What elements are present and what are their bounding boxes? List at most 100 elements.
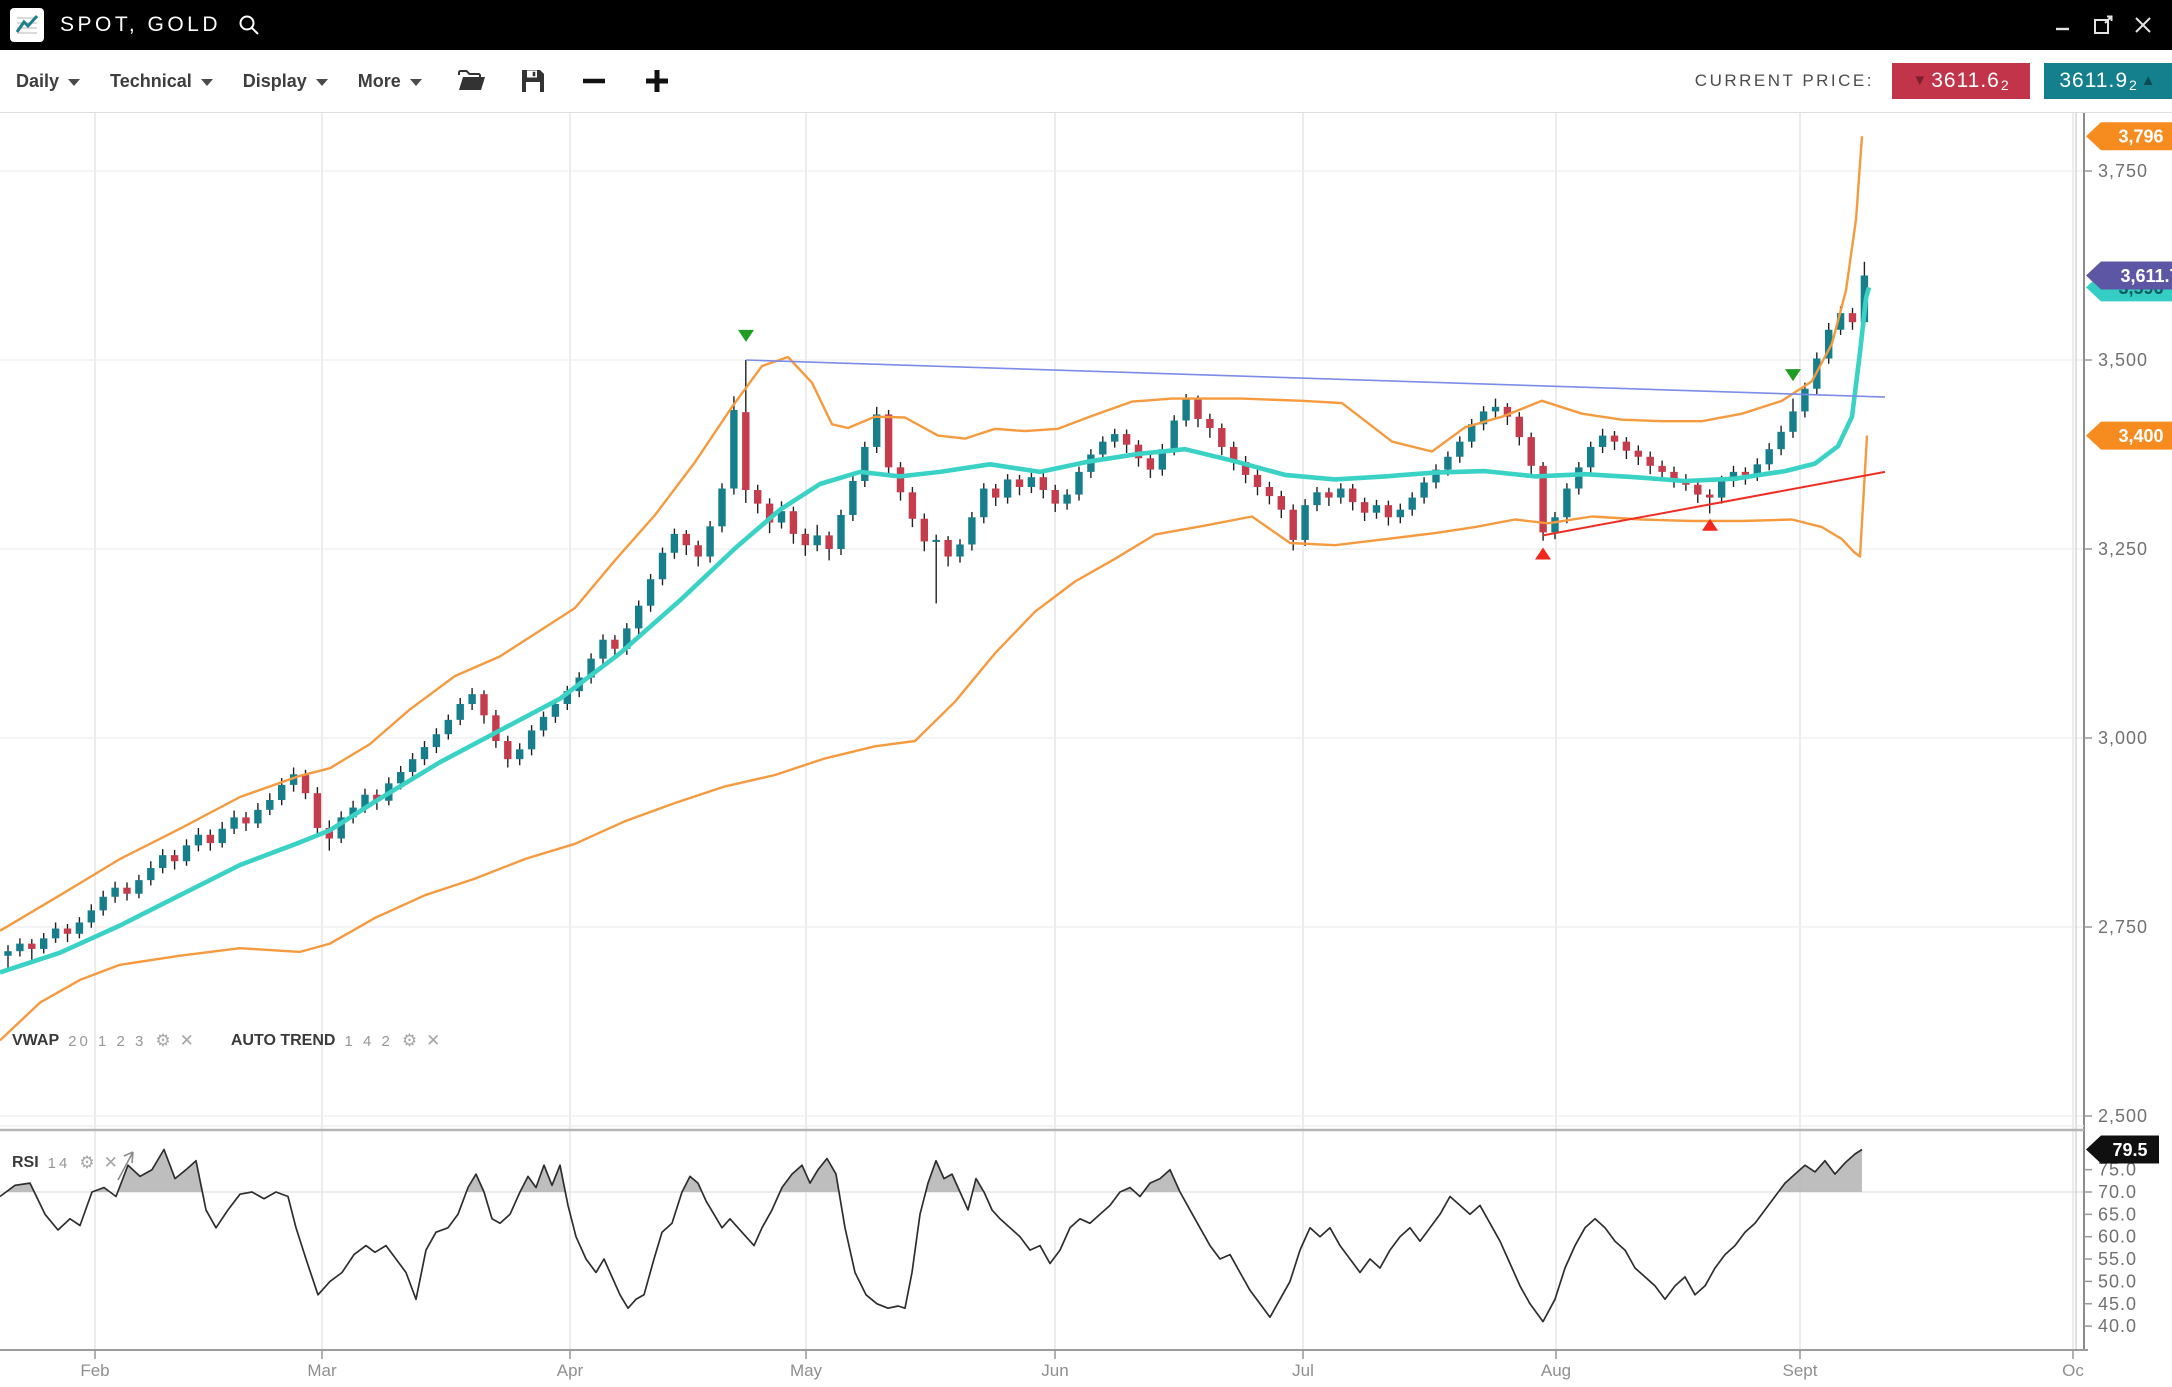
axis-tick-label: 3,000 [2098, 728, 2148, 748]
candle-body [100, 897, 107, 911]
candle-body [873, 414, 880, 447]
candle-body [1266, 487, 1273, 496]
trendline-resistance[interactable] [746, 360, 1885, 397]
popout-icon[interactable] [2088, 10, 2118, 40]
candle-body [528, 730, 535, 749]
candle-body [40, 938, 47, 949]
app-window: { "titlebar": { "title": "SPOT, GOLD", "… [0, 0, 2172, 1387]
close-icon[interactable]: ✕ [104, 1153, 118, 1173]
axis-badge-value: 3,400 [2118, 426, 2163, 446]
candle-body [1313, 492, 1320, 505]
zoom-in-icon[interactable] [642, 66, 672, 96]
chevron-down-icon [410, 79, 422, 86]
candle-body [1551, 517, 1558, 532]
candle-body [183, 845, 190, 861]
candle-body [278, 785, 285, 800]
minimize-icon[interactable] [2048, 10, 2078, 40]
candle-body [1004, 479, 1011, 497]
candle-body [1575, 467, 1582, 488]
menu-more[interactable]: More [358, 71, 422, 92]
toolbar: Daily Technical Display More [0, 50, 2172, 113]
axis-tick-label: 60.0 [2098, 1227, 2137, 1247]
candle-body [1611, 436, 1618, 442]
close-icon[interactable]: ✕ [426, 1031, 440, 1051]
chart-canvas[interactable]: 3,7503,5003,2503,0002,7502,50075.070.065… [0, 0, 2172, 1387]
candle-body [1182, 399, 1189, 420]
candle-body [921, 519, 928, 542]
candle-body [504, 741, 511, 759]
candle-body [683, 534, 690, 545]
month-label: Mar [307, 1361, 337, 1380]
candle-body [647, 579, 654, 605]
arrow-up-icon: ▲ [2141, 72, 2157, 89]
candle-body [814, 535, 821, 545]
candle-body [242, 817, 249, 823]
candle-body [1206, 419, 1213, 428]
candle-body [956, 544, 963, 556]
candle-body [861, 447, 868, 481]
vwap-line [0, 287, 1869, 972]
candle-body [219, 829, 226, 843]
close-icon[interactable]: ✕ [180, 1031, 194, 1051]
menu-display[interactable]: Display [243, 71, 328, 92]
candle-body [849, 481, 856, 515]
axis-tick-label: 55.0 [2098, 1249, 2137, 1269]
candle-body [837, 515, 844, 549]
candle-body [409, 759, 416, 772]
gear-icon[interactable]: ⚙ [79, 1153, 94, 1173]
candle-body [1147, 458, 1154, 469]
candle-body [1635, 451, 1642, 457]
candle-body [1028, 477, 1035, 487]
candle-body [1290, 510, 1297, 540]
close-icon[interactable] [2128, 10, 2158, 40]
candle-body [635, 606, 642, 629]
candle-body [1278, 496, 1285, 510]
candle-body [1801, 389, 1808, 412]
search-icon[interactable] [237, 13, 261, 37]
candle-body [1301, 505, 1308, 540]
axis-tick-label: 3,500 [2098, 350, 2148, 370]
bid-price-badge: ▼ 3611.62 [1892, 63, 2030, 99]
candle-body [468, 694, 475, 704]
candle-body [1349, 489, 1356, 503]
candle-body [885, 414, 892, 467]
gear-icon[interactable]: ⚙ [155, 1031, 170, 1051]
candle-body [671, 534, 678, 553]
current-price-label: CURRENT PRICE: [1695, 71, 1874, 91]
candle-body [1063, 495, 1070, 504]
chevron-down-icon [68, 79, 80, 86]
candle-body [52, 929, 59, 939]
candle-body [76, 922, 83, 933]
candle-body [314, 793, 321, 828]
candle-body [980, 489, 987, 518]
candle-body [1409, 498, 1416, 510]
candle-body [540, 717, 547, 731]
menu-technical[interactable]: Technical [110, 71, 213, 92]
candle-body [1492, 407, 1499, 412]
title-bar: SPOT, GOLD [0, 0, 2172, 50]
candle-body [1766, 449, 1773, 464]
candle-body [1599, 436, 1606, 447]
menu-daily[interactable]: Daily [16, 71, 80, 92]
zoom-out-icon[interactable] [580, 67, 608, 95]
month-label: May [790, 1361, 823, 1380]
save-icon[interactable] [520, 68, 546, 94]
candle-body [944, 540, 951, 557]
candle-body [147, 868, 154, 880]
axis-tick-label: 3,250 [2098, 539, 2148, 559]
candle-body [397, 772, 404, 783]
candle-body [1099, 442, 1106, 455]
gear-icon[interactable]: ⚙ [402, 1031, 417, 1051]
candle-body [1789, 411, 1796, 431]
candle-body [445, 720, 452, 734]
candle-body [1016, 479, 1023, 487]
candle-body [1325, 492, 1332, 497]
open-folder-icon[interactable] [456, 68, 486, 94]
candle-body [1385, 505, 1392, 517]
candle-body [1420, 482, 1427, 497]
candle-body [1397, 510, 1404, 518]
candle-body [1052, 490, 1059, 504]
axis-badge-value: 3,796 [2118, 127, 2163, 147]
chevron-down-icon [316, 79, 328, 86]
candle-body [1075, 472, 1082, 495]
